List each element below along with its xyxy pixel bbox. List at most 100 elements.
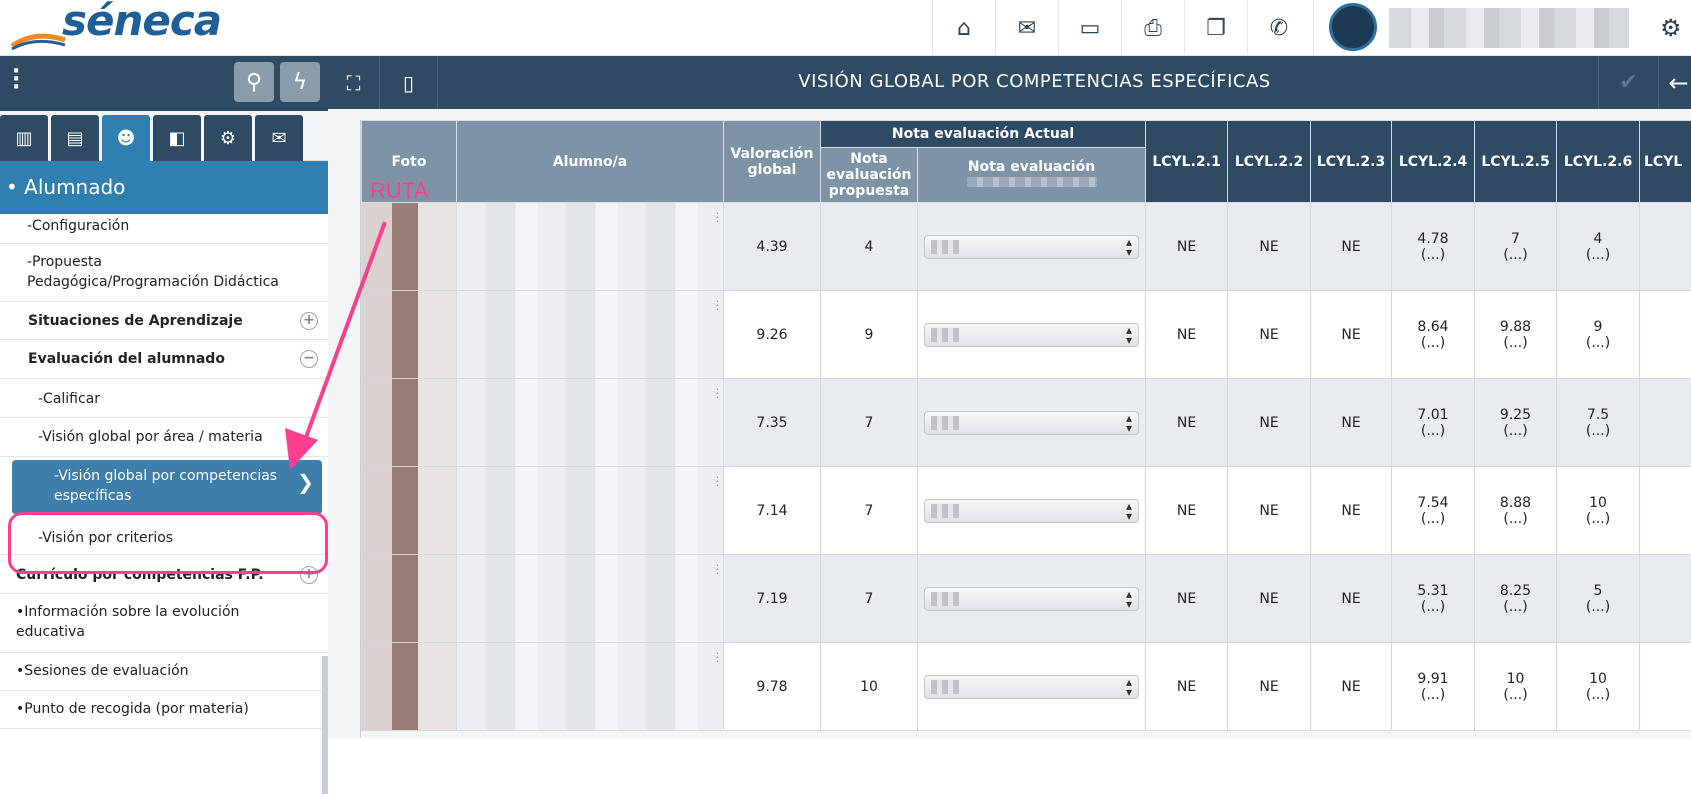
competencia-cell[interactable]: NE xyxy=(1311,555,1392,643)
competencia-cell[interactable]: NE xyxy=(1228,643,1311,731)
competencia-detail-link[interactable]: (...) xyxy=(1586,687,1610,703)
nota-select[interactable]: ▴▾ xyxy=(924,587,1139,611)
competencia-cell[interactable]: NE xyxy=(1146,203,1228,291)
menu-item-calificar[interactable]: -Calificar xyxy=(0,379,328,418)
section-alumnado[interactable]: • Alumnado xyxy=(0,161,328,214)
folder-open-icon[interactable]: ▭ xyxy=(1058,0,1121,56)
print-icon[interactable]: ⎙ xyxy=(1121,0,1184,56)
menu-item-vision-area[interactable]: -Visión global por área / materia xyxy=(0,418,328,457)
competencia-cell[interactable]: NE xyxy=(1311,291,1392,379)
drag-handle-icon[interactable]: ··· xyxy=(716,565,719,577)
student-name-blurred[interactable]: ··· xyxy=(457,555,724,643)
copy-icon[interactable]: ❐ xyxy=(1184,0,1247,56)
building-icon[interactable]: ▥ xyxy=(0,115,48,161)
competencia-cell[interactable]: 1(...) xyxy=(1640,555,1691,643)
competencia-cell[interactable]: 2.(...) xyxy=(1640,467,1691,555)
competencia-detail-link[interactable]: (...) xyxy=(1503,511,1527,527)
competencia-cell[interactable]: 1(...) xyxy=(1640,643,1691,731)
competencia-cell[interactable]: 8.64(...) xyxy=(1392,291,1475,379)
students-icon[interactable]: ☻ xyxy=(102,115,150,161)
home-icon[interactable]: ⌂ xyxy=(932,0,995,56)
header-nota-evaluacion[interactable]: Nota evaluación xyxy=(918,148,1146,203)
competencia-cell[interactable]: 10(...) xyxy=(1557,467,1640,555)
competencia-detail-link[interactable]: (...) xyxy=(1421,511,1445,527)
menu-item-evaluacion[interactable]: Evaluación del alumnado− xyxy=(0,340,328,379)
competencia-cell[interactable]: 5(...) xyxy=(1557,555,1640,643)
menu-item-vision-competencias[interactable]: -Visión global por competencias específi… xyxy=(12,460,322,515)
header-comp-2[interactable]: LCYL.2.3 xyxy=(1311,121,1392,203)
competencia-cell[interactable]: 4.78(...) xyxy=(1392,203,1475,291)
competencia-cell[interactable]: 7.5(...) xyxy=(1557,379,1640,467)
competencia-cell[interactable]: NE xyxy=(1146,291,1228,379)
competencia-cell[interactable]: 4(...) xyxy=(1640,379,1691,467)
competencia-detail-link[interactable]: (...) xyxy=(1421,687,1445,703)
drag-handle-icon[interactable]: ··· xyxy=(716,389,719,401)
more-vertical-icon[interactable]: ··· xyxy=(12,68,20,92)
nota-select[interactable]: ▴▾ xyxy=(924,411,1139,435)
menu-item-punto-recogida[interactable]: •Punto de recogida (por materia) xyxy=(0,691,328,729)
nota-select[interactable]: ▴▾ xyxy=(924,323,1139,347)
phone-icon[interactable]: ✆ xyxy=(1247,0,1310,56)
competencia-detail-link[interactable]: (...) xyxy=(1586,423,1610,439)
seneca-logo[interactable]: séneca xyxy=(10,0,200,52)
header-comp-3[interactable]: LCYL.2.4 xyxy=(1392,121,1475,203)
competencia-cell[interactable]: NE xyxy=(1146,467,1228,555)
header-nota-propuesta[interactable]: Nota evaluación propuesta xyxy=(821,148,918,203)
student-name-blurred[interactable]: ··· xyxy=(457,291,724,379)
competencia-detail-link[interactable]: (...) xyxy=(1586,511,1610,527)
nota-select[interactable]: ▴▾ xyxy=(924,499,1139,523)
header-valoracion[interactable]: Valoración global xyxy=(724,121,821,203)
check-icon[interactable]: ✔ xyxy=(1598,56,1658,109)
competencia-cell[interactable]: NE xyxy=(1311,379,1392,467)
expand-icon[interactable]: + xyxy=(300,312,318,330)
competencia-cell[interactable]: 9.25(...) xyxy=(1475,379,1557,467)
competencia-detail-link[interactable]: (...) xyxy=(1586,335,1610,351)
header-comp-4[interactable]: LCYL.2.5 xyxy=(1475,121,1557,203)
header-comp-0[interactable]: LCYL.2.1 xyxy=(1146,121,1228,203)
competencias-table-wrapper[interactable]: Foto Alumno/a Valoración global Nota eva… xyxy=(360,120,1691,738)
competencia-cell[interactable]: NE xyxy=(1228,291,1311,379)
competencia-cell[interactable]: NE xyxy=(1146,643,1228,731)
gear-icon[interactable]: ⚙ xyxy=(1660,14,1682,42)
collapse-icon[interactable]: − xyxy=(300,350,318,368)
competencia-cell[interactable]: NE xyxy=(1228,555,1311,643)
mail-open-icon[interactable]: ✉ xyxy=(995,0,1058,56)
competencia-cell[interactable]: 9.88(...) xyxy=(1475,291,1557,379)
competencia-cell[interactable]: 9.91(...) xyxy=(1392,643,1475,731)
back-arrow-icon[interactable]: ← xyxy=(1658,56,1691,109)
header-comp-6[interactable]: LCYL xyxy=(1640,121,1691,203)
competencia-cell[interactable]: 7.54(...) xyxy=(1392,467,1475,555)
competencia-detail-link[interactable]: (...) xyxy=(1586,247,1610,263)
competencia-detail-link[interactable]: (...) xyxy=(1421,247,1445,263)
student-name-blurred[interactable]: ··· xyxy=(457,203,724,291)
competencia-cell[interactable]: NE xyxy=(1311,643,1392,731)
competencia-cell[interactable]: NE xyxy=(1146,379,1228,467)
header-comp-5[interactable]: LCYL.2.6 xyxy=(1557,121,1640,203)
student-name-blurred[interactable]: ··· xyxy=(457,643,724,731)
header-alumno[interactable]: Alumno/a xyxy=(457,121,724,203)
competencia-detail-link[interactable]: (...) xyxy=(1421,599,1445,615)
competencia-cell[interactable]: NE xyxy=(1146,555,1228,643)
competencia-detail-link[interactable]: (...) xyxy=(1421,335,1445,351)
search-icon[interactable]: ⚲ xyxy=(234,62,274,102)
competencia-cell[interactable]: NE xyxy=(1311,203,1392,291)
competencia-cell[interactable]: 7.01(...) xyxy=(1392,379,1475,467)
menu-item-configuracion[interactable]: -Configuración xyxy=(0,214,328,244)
competencia-cell[interactable]: 4(...) xyxy=(1640,203,1691,291)
map-icon[interactable]: ◧ xyxy=(153,115,201,161)
nota-select[interactable]: ▴▾ xyxy=(924,675,1139,699)
nota-select[interactable]: ▴▾ xyxy=(924,235,1139,259)
competencia-cell[interactable]: NE xyxy=(1228,467,1311,555)
competencia-cell[interactable]: 8.88(...) xyxy=(1475,467,1557,555)
competencia-cell[interactable]: 1(...) xyxy=(1640,291,1691,379)
competencia-cell[interactable]: NE xyxy=(1311,467,1392,555)
student-name-blurred[interactable]: ··· xyxy=(457,379,724,467)
envelope-icon[interactable]: ✉ xyxy=(255,115,303,161)
drag-handle-icon[interactable]: ··· xyxy=(716,477,719,489)
student-name-blurred[interactable]: ··· xyxy=(457,467,724,555)
competencia-detail-link[interactable]: (...) xyxy=(1503,599,1527,615)
competencia-cell[interactable]: NE xyxy=(1228,203,1311,291)
header-comp-1[interactable]: LCYL.2.2 xyxy=(1228,121,1311,203)
competencia-detail-link[interactable]: (...) xyxy=(1503,335,1527,351)
competencia-detail-link[interactable]: (...) xyxy=(1503,423,1527,439)
